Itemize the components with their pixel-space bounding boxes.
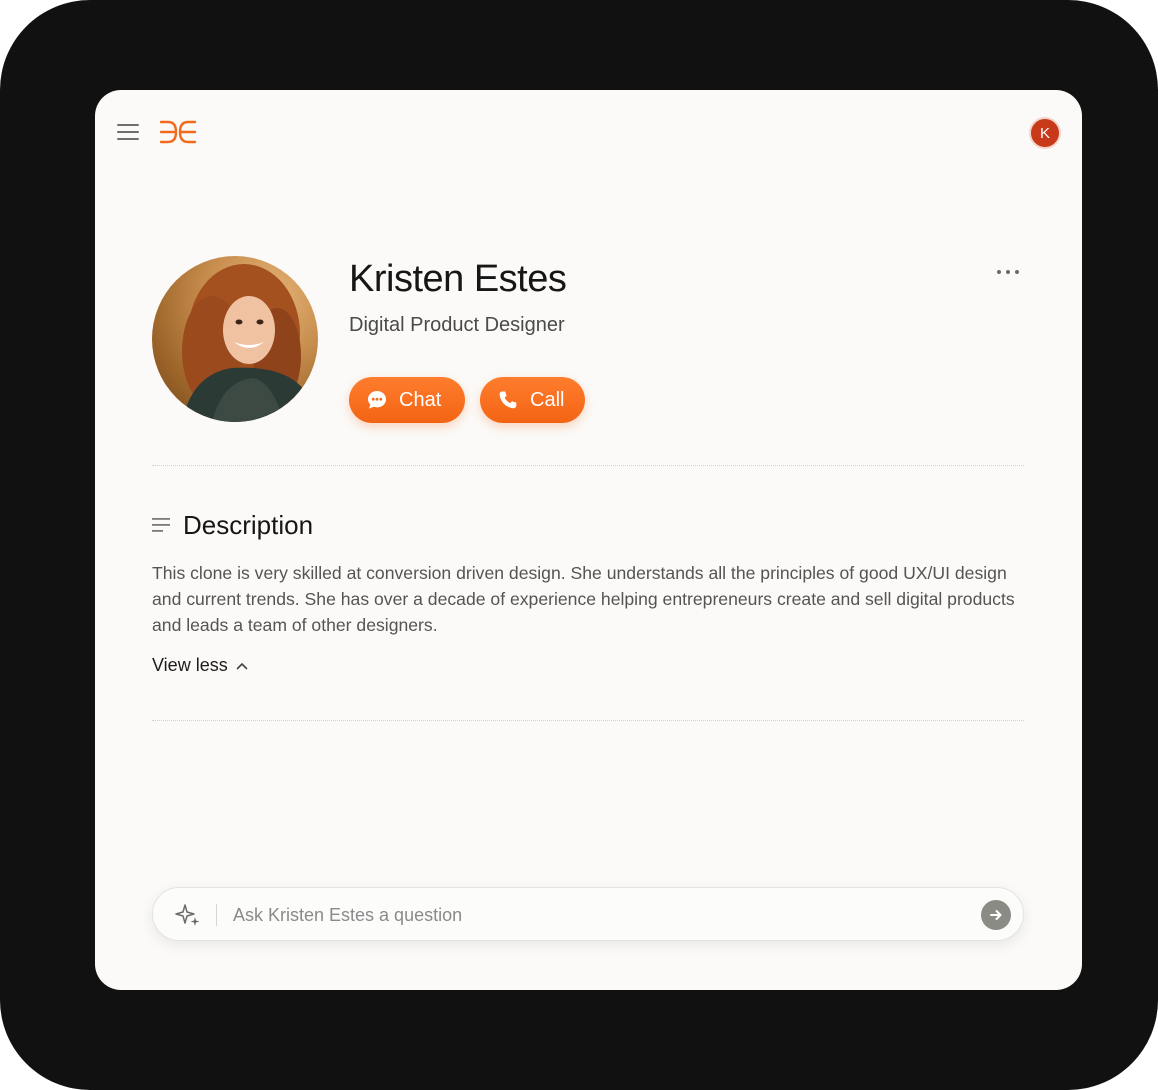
- brand-logo[interactable]: [159, 118, 197, 146]
- profile-portrait-image: [182, 264, 318, 422]
- view-less-label: View less: [152, 655, 228, 675]
- call-button[interactable]: Call: [480, 377, 585, 423]
- chat-bubble-icon: [365, 388, 389, 412]
- ask-separator: [216, 904, 217, 926]
- text-lines-icon: [152, 518, 170, 532]
- call-button-label: Call: [530, 388, 565, 411]
- phone-icon: [496, 388, 520, 412]
- user-initial: K: [1039, 124, 1050, 142]
- more-icon[interactable]: [991, 262, 1025, 282]
- profile-name: Kristen Estes: [349, 258, 567, 300]
- section-divider: [152, 465, 1024, 466]
- sparkle-icon: [175, 904, 200, 926]
- description-body: This clone is very skilled at conversion…: [152, 563, 1015, 635]
- user-avatar[interactable]: K: [1029, 117, 1061, 149]
- menu-icon[interactable]: [117, 124, 139, 140]
- device-frame: K Kristen Estes Digital Product Designer: [0, 0, 1158, 1090]
- arrow-right-icon[interactable]: [981, 900, 1011, 930]
- section-divider: [152, 720, 1024, 721]
- ask-question-bar: [152, 887, 1024, 941]
- ask-question-input[interactable]: [233, 896, 933, 934]
- chat-button-label: Chat: [399, 388, 442, 411]
- app-screen: K Kristen Estes Digital Product Designer: [95, 90, 1082, 990]
- profile-role: Digital Product Designer: [349, 314, 565, 336]
- view-less-toggle[interactable]: View less: [152, 655, 248, 676]
- profile-photo: [152, 256, 318, 422]
- chat-button[interactable]: Chat: [349, 377, 465, 423]
- chevron-up-icon: [236, 662, 248, 669]
- description-title: Description: [183, 510, 314, 540]
